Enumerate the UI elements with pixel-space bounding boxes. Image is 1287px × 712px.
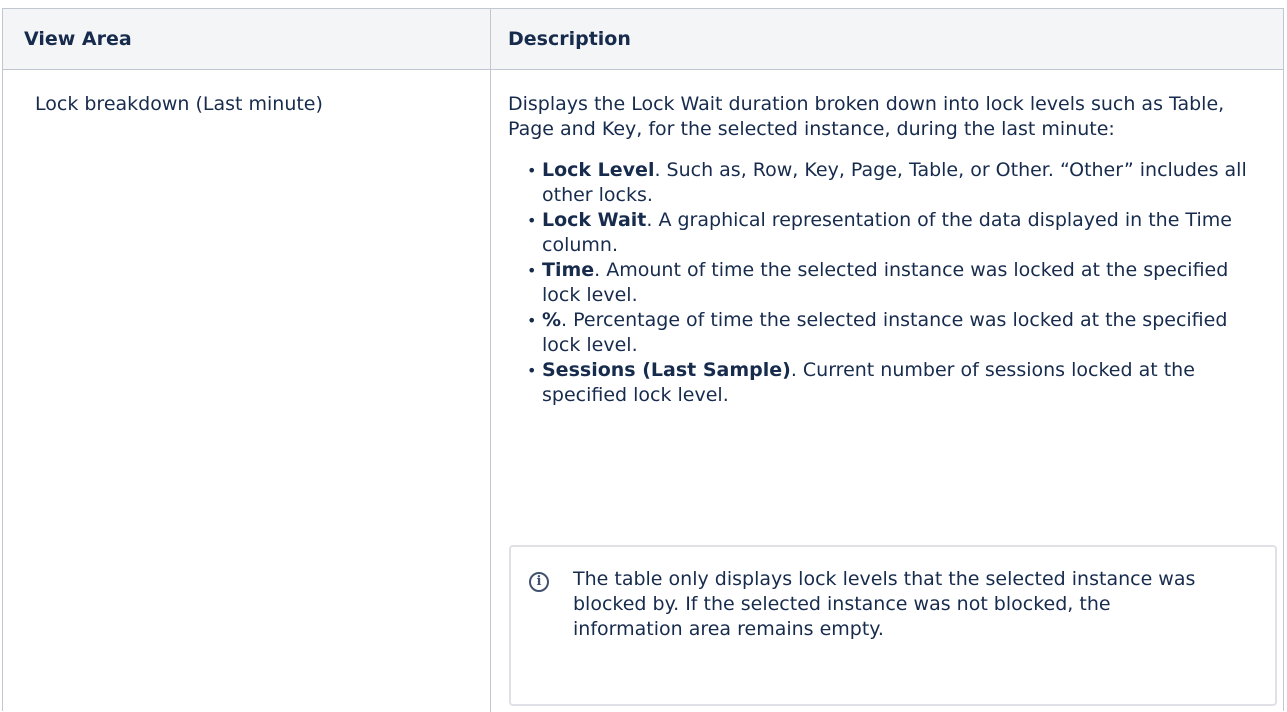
list-item: %. Percentage of time the selected insta… [527, 308, 1258, 358]
description-bullet-list: Lock Level. Such as, Row, Key, Page, Tab… [508, 158, 1258, 408]
row-view-area-cell: Lock breakdown (Last minute) [35, 93, 323, 115]
list-item: Lock Wait. A graphical representation of… [527, 208, 1258, 258]
view-area-table: View Area Description Lock breakdown (La… [2, 8, 1284, 712]
header-view-area: View Area [24, 28, 132, 50]
bullet-term: Time [542, 259, 595, 281]
bullet-text: . A graphical representation of the data… [542, 209, 1232, 256]
list-item: Sessions (Last Sample). Current number o… [527, 358, 1258, 408]
list-item: Lock Level. Such as, Row, Key, Page, Tab… [527, 158, 1258, 208]
row-description-cell: Displays the Lock Wait duration broken d… [508, 92, 1277, 706]
column-divider [490, 9, 491, 712]
bullet-term: % [542, 309, 562, 331]
bullet-text: . Amount of time the selected instance w… [542, 259, 1229, 306]
bullet-term: Sessions (Last Sample) [542, 359, 791, 381]
header-description: Description [508, 28, 631, 50]
bullet-text: . Percentage of time the selected instan… [542, 309, 1228, 356]
info-panel: i The table only displays lock levels th… [509, 545, 1277, 706]
table-header-row: View Area Description [3, 9, 1283, 70]
bullet-term: Lock Wait [542, 209, 647, 231]
info-panel-text: The table only displays lock levels that… [573, 568, 1196, 640]
info-icon: i [529, 572, 549, 592]
list-item: Time. Amount of time the selected instan… [527, 258, 1258, 308]
bullet-term: Lock Level [542, 159, 655, 181]
description-intro: Displays the Lock Wait duration broken d… [508, 93, 1225, 140]
